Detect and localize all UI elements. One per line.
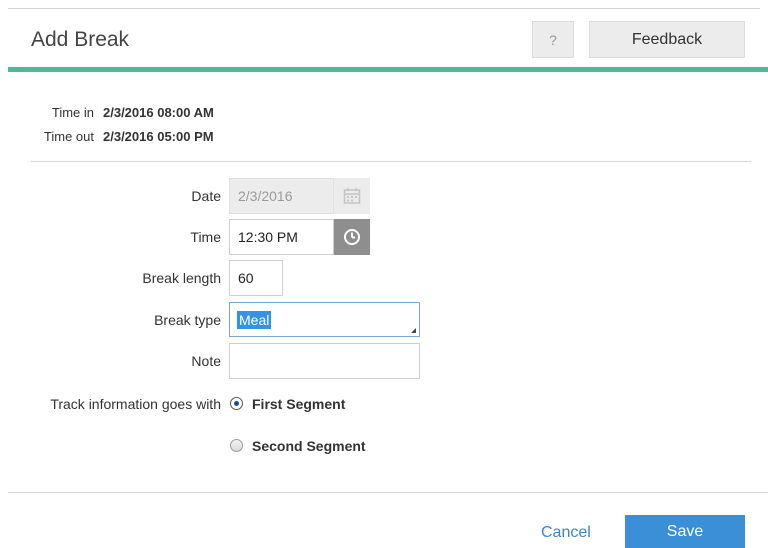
break-type-label: Break type [154,312,221,328]
help-button[interactable]: ? [532,21,574,58]
break-type-select[interactable]: Meal [229,302,420,337]
time-out-value: 2/3/2016 05:00 PM [103,129,214,144]
time-input[interactable] [229,219,334,255]
break-type-selected: Meal [237,311,272,329]
footer-divider [8,492,768,493]
feedback-button[interactable]: Feedback [589,21,745,58]
date-label: Date [191,188,221,204]
first-segment-radio[interactable] [230,397,243,410]
first-segment-label[interactable]: First Segment [252,396,345,412]
time-in-value: 2/3/2016 08:00 AM [103,105,214,120]
resize-handle-icon[interactable] [411,328,416,333]
save-button[interactable]: Save [625,515,745,548]
time-picker-button[interactable] [334,219,370,255]
calendar-icon [343,188,361,204]
header-accent-bar [8,67,768,72]
info-divider [31,161,751,162]
time-out-label: Time out [43,129,94,144]
top-border [8,8,760,9]
track-label: Track information goes with [50,396,221,412]
note-label: Note [191,353,221,369]
note-input[interactable] [229,343,420,379]
second-segment-label[interactable]: Second Segment [252,438,366,454]
time-in-label: Time in [51,105,94,120]
cancel-button[interactable]: Cancel [541,524,591,542]
second-segment-radio[interactable] [230,439,243,452]
break-length-input[interactable] [229,260,283,296]
clock-icon [344,229,360,245]
date-input[interactable] [229,178,334,214]
time-label: Time [190,229,221,245]
dialog-title: Add Break [31,28,130,51]
break-length-label: Break length [142,270,221,286]
calendar-button[interactable] [334,178,370,214]
